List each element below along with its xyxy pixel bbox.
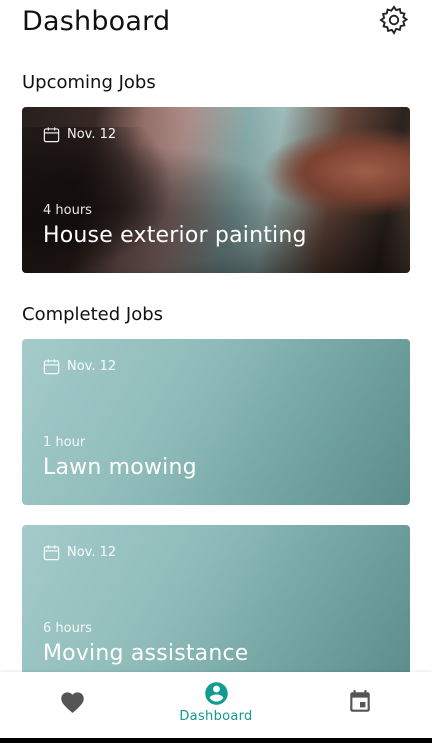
gear-icon[interactable]: [378, 4, 410, 36]
job-date: Nov. 12: [42, 357, 116, 376]
calendar-outline-icon: [43, 359, 60, 375]
nav-item-favorites[interactable]: [42, 672, 102, 732]
app-header: Dashboard: [22, 4, 412, 44]
job-date: Nov. 12: [42, 543, 116, 562]
job-date-text: Nov. 12: [67, 359, 117, 374]
bottom-navigation: Dashboard: [0, 672, 432, 738]
job-date-text: Nov. 12: [67, 545, 117, 560]
nav-label-dashboard: Dashboard: [179, 709, 253, 724]
nav-item-dashboard[interactable]: Dashboard: [168, 672, 264, 732]
heart-icon: [60, 691, 84, 713]
upcoming-jobs-heading: Upcoming Jobs: [22, 72, 156, 93]
page-title: Dashboard: [22, 6, 171, 37]
job-card-house-exterior-painting[interactable]: Nov. 12 4 hours House exterior painting: [22, 107, 410, 273]
job-hours: 4 hours: [43, 203, 92, 218]
job-date: Nov. 12: [42, 125, 116, 144]
account-circle-icon: [204, 682, 228, 705]
calendar-outline-icon: [43, 545, 60, 561]
completed-jobs-heading: Completed Jobs: [22, 304, 164, 325]
job-card-moving-assistance[interactable]: Nov. 12 6 hours Moving assistance: [22, 525, 410, 685]
calendar-outline-icon: [43, 127, 60, 143]
system-bottom-bar: [0, 738, 432, 743]
job-hours: 6 hours: [43, 621, 92, 636]
job-hours: 1 hour: [43, 435, 86, 450]
job-date-text: Nov. 12: [67, 127, 117, 142]
job-name: House exterior painting: [43, 223, 307, 248]
job-card-lawn-mowing[interactable]: Nov. 12 1 hour Lawn mowing: [22, 339, 410, 505]
nav-item-calendar[interactable]: [330, 672, 390, 732]
calendar-icon: [350, 690, 370, 712]
job-name: Moving assistance: [43, 641, 249, 666]
job-name: Lawn mowing: [43, 455, 197, 480]
